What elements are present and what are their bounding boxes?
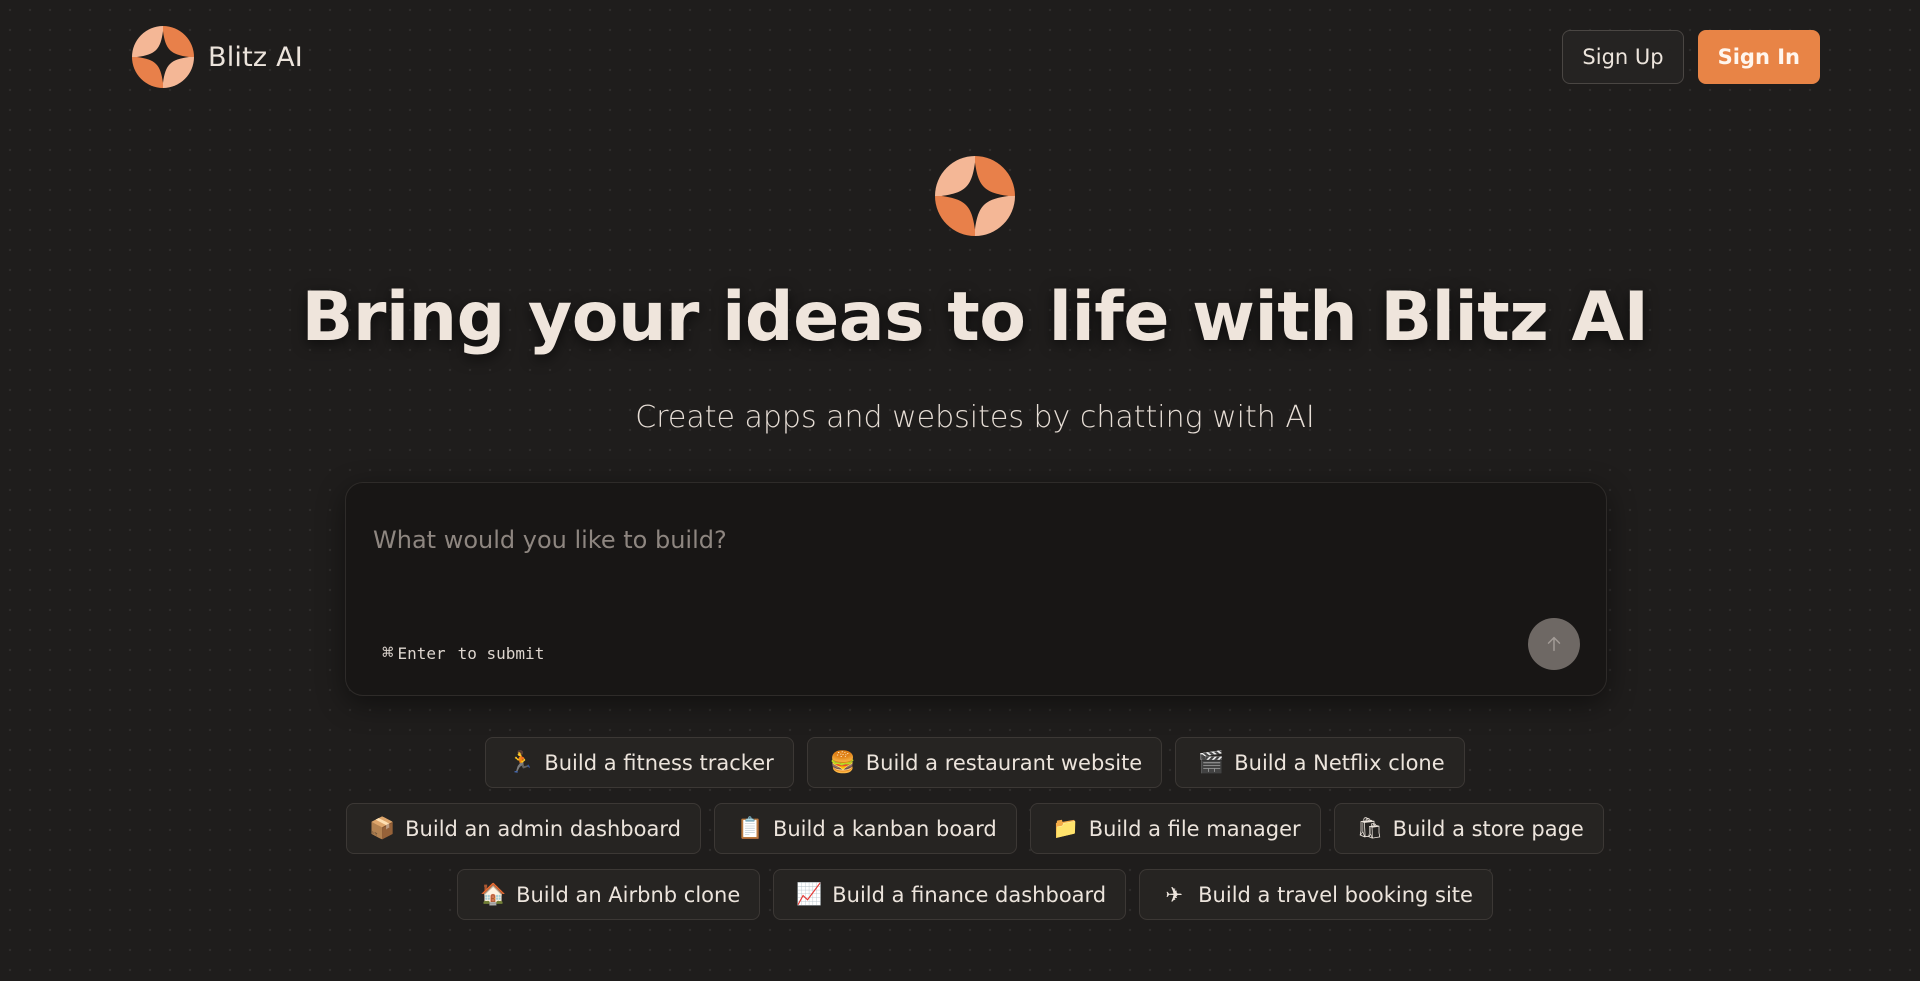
suggestion-kanban-board[interactable]: 📋 Build a kanban board <box>713 803 1017 854</box>
suggestion-file-manager[interactable]: 📁 Build a file manager <box>1029 803 1321 854</box>
burger-icon: 🍔 <box>829 750 856 774</box>
prompt-input[interactable] <box>371 519 1525 561</box>
command-key-icon: ⌘ <box>382 642 394 664</box>
suggestion-label: Build a travel booking site <box>1198 882 1473 907</box>
suggestion-label: Build a Netflix clone <box>1234 750 1445 775</box>
arrow-up-icon <box>1547 636 1561 652</box>
suggestion-restaurant-website[interactable]: 🍔 Build a restaurant website <box>806 737 1163 788</box>
suggestion-admin-dashboard[interactable]: 📦 Build an admin dashboard <box>346 803 701 854</box>
package-icon: 📦 <box>369 816 396 840</box>
suggestion-label: Build a restaurant website <box>865 750 1143 775</box>
suggestion-finance-dashboard[interactable]: 📈 Build a finance dashboard <box>773 869 1127 920</box>
hero-subtitle: Create apps and websites by chatting wit… <box>635 400 1315 435</box>
suggestion-label: Build a fitness tracker <box>544 750 774 775</box>
suggestion-airbnb-clone[interactable]: 🏠 Build an Airbnb clone <box>457 869 761 920</box>
blitz-logo-icon <box>132 26 194 88</box>
suggestion-label: Build a file manager <box>1088 816 1301 841</box>
clipboard-icon: 📋 <box>736 816 764 840</box>
suggestion-label: Build an Airbnb clone <box>516 882 741 907</box>
hero-logo-icon <box>935 156 1015 236</box>
chart-increasing-icon: 📈 <box>796 882 823 906</box>
prompt-box: ⌘ Enter to submit <box>345 482 1607 696</box>
brand-name: Blitz AI <box>208 41 303 73</box>
sign-in-button[interactable]: Sign In <box>1697 30 1820 84</box>
submit-shortcut-hint: ⌘ Enter to submit <box>382 642 544 664</box>
suggestion-fitness-tracker[interactable]: 🏃 Build a fitness tracker <box>485 737 794 788</box>
shortcut-hint-text: to submit <box>457 643 545 663</box>
shopping-bags-icon: 🛍 <box>1356 816 1384 840</box>
brand[interactable]: Blitz AI <box>132 26 303 88</box>
suggestion-label: Build an admin dashboard <box>405 816 681 841</box>
suggestion-netflix-clone[interactable]: 🎬 Build a Netflix clone <box>1175 737 1465 788</box>
enter-key-label: Enter <box>397 643 446 663</box>
sign-up-button[interactable]: Sign Up <box>1562 30 1684 84</box>
suggestions-row: 🏠 Build an Airbnb clone 📈 Build a financ… <box>0 869 1920 920</box>
suggestions-row: 📦 Build an admin dashboard 📋 Build a kan… <box>0 803 1920 854</box>
runner-icon: 🏃 <box>508 750 535 774</box>
suggestion-store-page[interactable]: 🛍 Build a store page <box>1333 803 1604 854</box>
submit-button[interactable] <box>1528 618 1580 670</box>
shortcut-keys: ⌘ Enter <box>382 642 446 664</box>
suggestion-travel-booking-site[interactable]: ✈ Build a travel booking site <box>1139 869 1493 920</box>
house-icon: 🏠 <box>480 882 507 906</box>
suggestions-row: 🏃 Build a fitness tracker 🍔 Build a rest… <box>0 737 1920 788</box>
suggestion-label: Build a kanban board <box>772 816 997 841</box>
suggestion-label: Build a finance dashboard <box>832 882 1107 907</box>
airplane-icon: ✈ <box>1165 882 1183 907</box>
clapperboard-icon: 🎬 <box>1198 750 1225 774</box>
hero-title: Bring your ideas to life with Blitz AI <box>301 278 1649 357</box>
folder-icon: 📁 <box>1052 816 1079 840</box>
suggestion-label: Build a store page <box>1392 816 1584 841</box>
header-actions: Sign Up Sign In <box>1562 30 1820 84</box>
